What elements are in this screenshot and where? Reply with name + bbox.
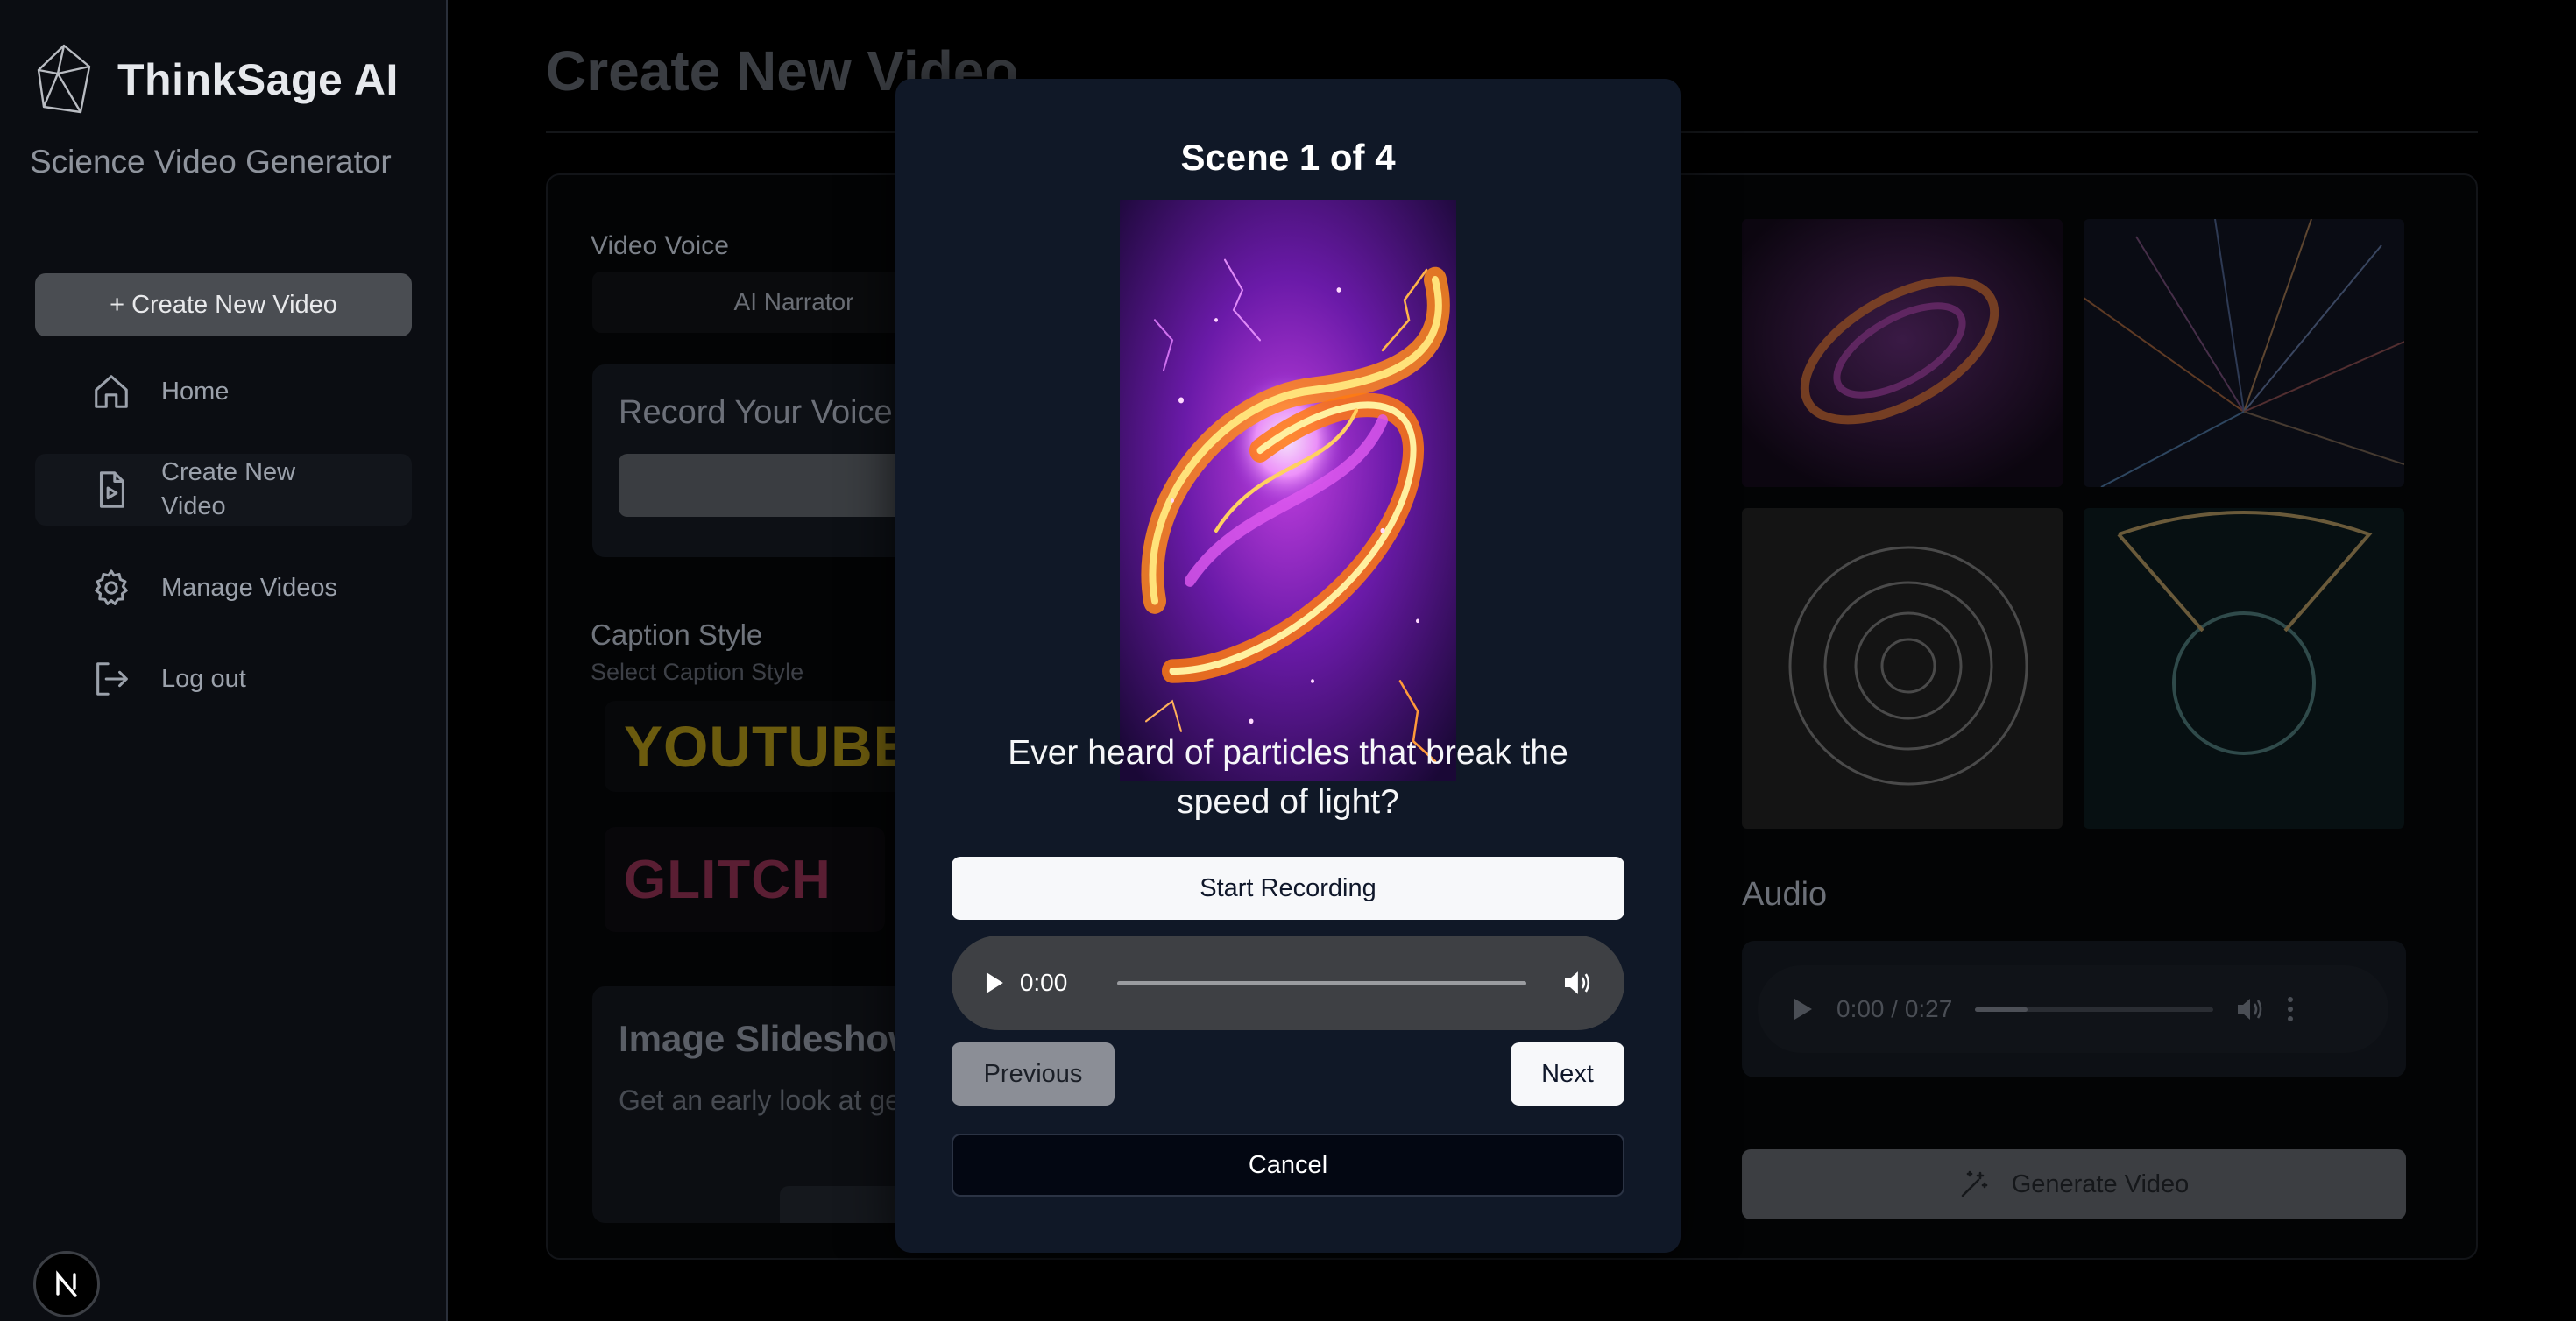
audio-progress-fill [1975, 1007, 2028, 1012]
scene-narration-text: Ever heard of particles that break the s… [1008, 734, 1568, 821]
magic-wand-icon [1961, 1170, 1987, 1197]
more-options-icon[interactable] [2287, 996, 2294, 1022]
logout-icon [96, 662, 128, 696]
audio-player[interactable]: 0:00 / 0:27 [1758, 965, 2388, 1053]
sidebar-item-home[interactable]: Home [35, 363, 412, 420]
scene-thumbnail[interactable] [2084, 219, 2404, 487]
sidebar-create-button[interactable]: + Create New Video [35, 273, 412, 336]
volume-icon[interactable] [2236, 996, 2264, 1022]
image-slideshow-title: Image Slideshow [619, 1018, 917, 1059]
player-progress-track[interactable] [1117, 980, 1527, 985]
sidebar-item-log-out[interactable]: Log out [35, 650, 412, 708]
scene-thumbnail[interactable] [1742, 508, 2063, 829]
sidebar-item-label: Manage Videos [161, 573, 338, 602]
recording-audio-player[interactable]: 0:00 [952, 936, 1624, 1030]
video-file-icon [99, 471, 124, 508]
volume-icon[interactable] [1563, 969, 1593, 997]
audio-time: 0:00 / 0:27 [1836, 995, 1953, 1022]
start-recording-button[interactable]: Start Recording [952, 857, 1624, 920]
scene-thumbnail[interactable] [2084, 508, 2404, 829]
gear-icon [95, 569, 128, 605]
scene-recording-modal: Scene 1 of 4 Ever heard of particles tha… [895, 79, 1681, 1253]
scene-thumbnail[interactable] [1742, 219, 2063, 487]
n-logo-icon [56, 1270, 77, 1297]
thumbnail-image [1742, 219, 2063, 487]
brand-subtitle: Science Video Generator [30, 144, 392, 180]
logo-icon [37, 44, 91, 114]
sidebar-item-create-new-video[interactable]: Create New Video [35, 454, 412, 526]
previous-button[interactable]: Previous [952, 1042, 1115, 1106]
scene-image [1120, 200, 1456, 781]
brand[interactable]: ThinkSage AI [35, 44, 399, 116]
brand-name: ThinkSage AI [117, 55, 399, 104]
play-icon[interactable] [1791, 997, 1814, 1021]
caption-option-glitch[interactable]: GLITCH [605, 827, 885, 932]
caption-style-label: Caption Style [591, 618, 763, 651]
modal-title: Scene 1 of 4 [1180, 137, 1396, 178]
cancel-button[interactable]: Cancel [952, 1134, 1624, 1197]
sidebar-item-label: Log out [161, 664, 246, 693]
record-voice-title: Record Your Voice [619, 394, 893, 431]
caption-style-hint: Select Caption Style [591, 659, 804, 685]
sidebar-item-label: Create New Video [161, 458, 296, 520]
thumbnail-image [1742, 508, 2063, 829]
video-voice-value: AI Narrator [733, 288, 854, 315]
generate-video-button[interactable]: Generate Video [1742, 1149, 2406, 1219]
thumbnail-image [2084, 508, 2404, 829]
audio-progress-track[interactable] [1975, 1007, 2214, 1012]
video-voice-label: Video Voice [591, 231, 729, 260]
scene-artwork [1120, 200, 1456, 781]
sidebar-item-label: Home [161, 377, 230, 406]
home-icon [95, 375, 128, 408]
next-button[interactable]: Next [1511, 1042, 1624, 1106]
thumbnail-image [2084, 219, 2404, 487]
generate-video-label: Generate Video [2011, 1169, 2190, 1198]
player-time: 0:00 [1019, 969, 1068, 996]
audio-panel: 0:00 / 0:27 [1742, 941, 2406, 1077]
sidebar-item-manage-videos[interactable]: Manage Videos [35, 559, 412, 617]
audio-title: Audio [1742, 876, 1828, 913]
play-icon[interactable] [983, 970, 1006, 996]
nextjs-badge[interactable] [33, 1251, 100, 1317]
sidebar: ThinkSage AI Science Video Generator + C… [0, 0, 448, 1321]
